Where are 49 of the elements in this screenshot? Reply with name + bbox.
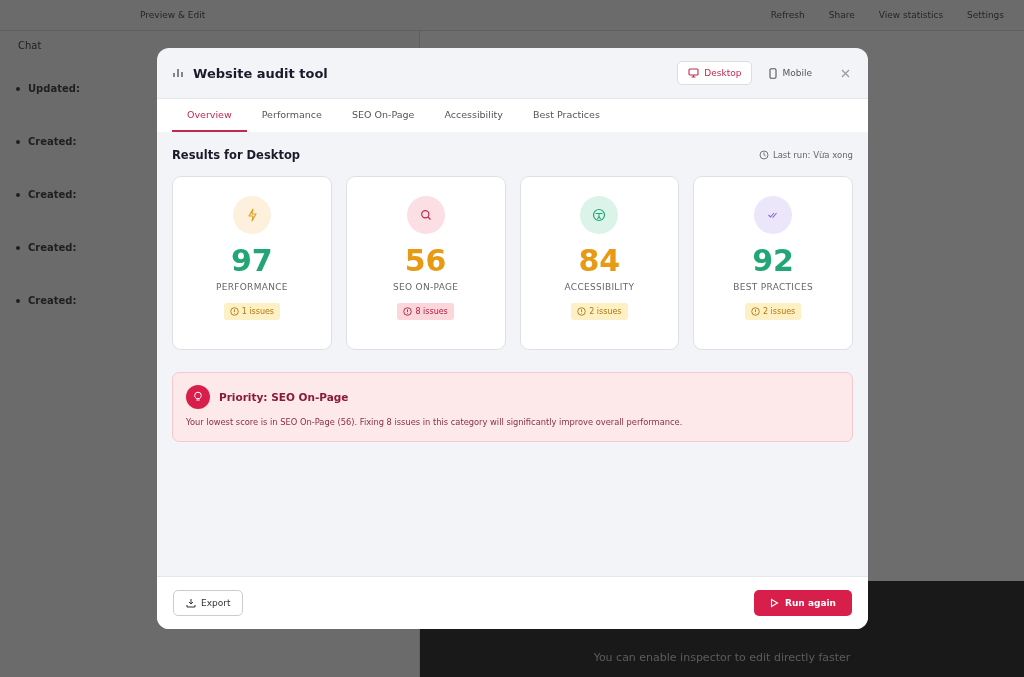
tab[interactable]: SEO On-Page bbox=[336, 99, 430, 132]
issues-badge: 8 issues bbox=[397, 303, 454, 320]
run-again-button[interactable]: Run again bbox=[754, 590, 852, 616]
phone-icon bbox=[769, 67, 778, 79]
alert-icon bbox=[750, 307, 760, 316]
score-value: 92 bbox=[752, 243, 794, 278]
person-circle-icon bbox=[580, 196, 619, 234]
tab[interactable]: Overview bbox=[172, 99, 247, 132]
priority-title: Priority: SEO On-Page bbox=[219, 391, 349, 403]
search-icon bbox=[406, 196, 445, 234]
chat-item: Updated: bbox=[28, 83, 80, 94]
results-heading: Results for Desktop bbox=[172, 148, 301, 162]
export-button[interactable]: Export bbox=[173, 590, 244, 616]
alert-icon bbox=[577, 307, 587, 316]
clock-icon bbox=[758, 150, 769, 160]
priority-text: Your lowest score is in SEO On-Page (56). Fixing 8 issues in this category will significantly improve overall performance. bbox=[186, 417, 684, 427]
monitor-icon bbox=[688, 68, 700, 78]
last-run-text: Last run: Vừa xong bbox=[772, 150, 853, 160]
category-label: BEST PRACTICES bbox=[733, 282, 813, 292]
category-label: SEO ON-PAGE bbox=[393, 282, 459, 292]
chat-item: Created: bbox=[28, 136, 77, 147]
alert-icon bbox=[403, 307, 413, 316]
lightning-icon bbox=[232, 196, 271, 234]
issues-badge: 2 issues bbox=[571, 303, 628, 320]
close-icon[interactable] bbox=[841, 68, 850, 78]
score-value: 56 bbox=[404, 243, 447, 278]
chat-item: Created: bbox=[28, 295, 77, 306]
category-label: PERFORMANCE bbox=[215, 282, 288, 292]
score-value: 84 bbox=[578, 243, 621, 278]
category-label: ACCESSIBILITY bbox=[564, 282, 635, 292]
device-toggle[interactable]: Mobile bbox=[758, 60, 823, 86]
tab[interactable]: Performance bbox=[246, 99, 337, 132]
lightbulb-icon bbox=[186, 385, 210, 409]
double-check-icon bbox=[754, 196, 793, 234]
tab[interactable]: Best Practices bbox=[517, 99, 615, 132]
hint-text: You can enable inspector to edit directly faster bbox=[593, 651, 851, 664]
issues-badge: 1 issues bbox=[223, 303, 281, 320]
alert-icon bbox=[229, 307, 239, 316]
play-icon bbox=[770, 598, 780, 608]
bar-chart-icon bbox=[173, 68, 183, 78]
score-value: 97 bbox=[231, 243, 273, 278]
download-icon bbox=[186, 598, 196, 608]
issues-badge: 2 issues bbox=[744, 303, 802, 320]
tab[interactable]: Accessibility bbox=[429, 99, 518, 132]
device-toggle[interactable]: Desktop bbox=[677, 61, 753, 85]
chat-item: Created: bbox=[28, 242, 77, 253]
dialog-title: Website audit tool bbox=[193, 65, 328, 81]
chat-title: Chat bbox=[18, 40, 42, 51]
chat-item: Created: bbox=[28, 189, 77, 200]
